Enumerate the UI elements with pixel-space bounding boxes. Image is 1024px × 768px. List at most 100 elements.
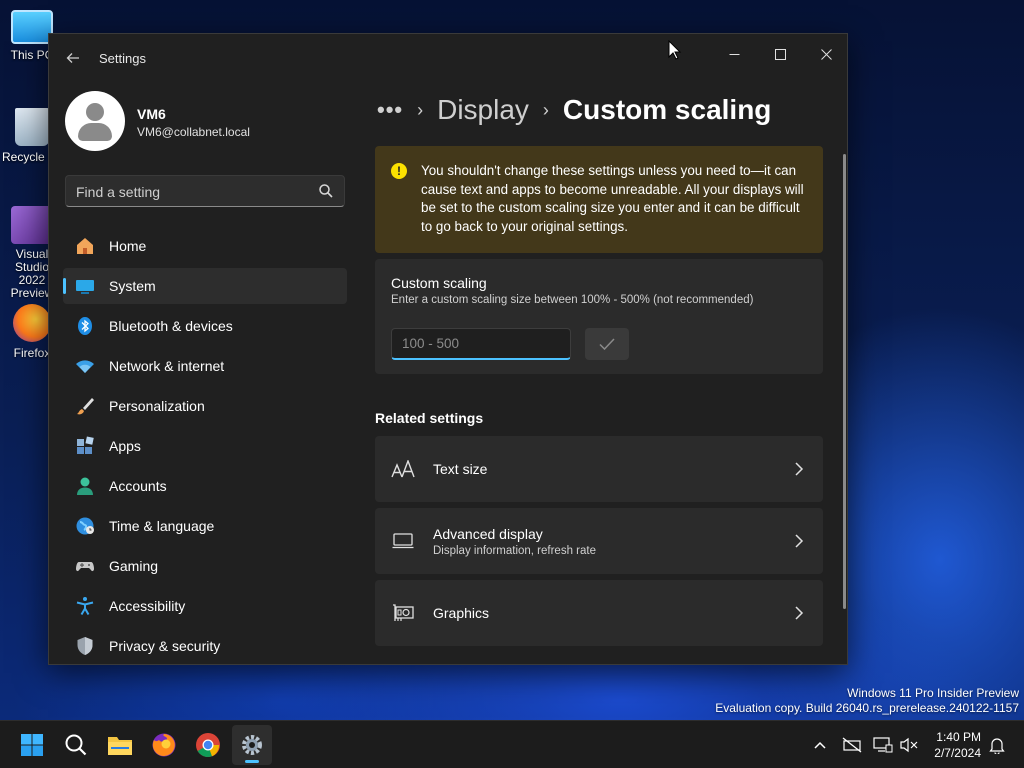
monitor-icon <box>391 529 415 553</box>
visual-studio-icon <box>11 206 53 244</box>
windows-logo-icon <box>21 734 43 756</box>
sidebar-item-gaming[interactable]: Gaming <box>63 548 347 584</box>
search-box[interactable] <box>65 175 345 207</box>
taskbar: 1:40 PM 2/7/2024 <box>0 720 1024 768</box>
warning-icon: ! <box>391 163 407 179</box>
sidebar-item-system[interactable]: System <box>63 268 347 304</box>
watermark-line-1: Windows 11 Pro Insider Preview <box>847 686 1019 700</box>
title-bar[interactable]: Settings <box>49 34 847 82</box>
taskbar-clock[interactable]: 1:40 PM 2/7/2024 <box>934 729 981 761</box>
recycle-bin-icon <box>15 108 49 146</box>
monitor-icon <box>11 10 53 44</box>
bell-icon <box>989 738 1005 754</box>
folder-icon <box>108 737 132 755</box>
sidebar-item-accessibility[interactable]: Accessibility <box>63 588 347 624</box>
sidebar-item-label: System <box>109 278 156 294</box>
sidebar-item-accounts[interactable]: Accounts <box>63 468 347 504</box>
related-item-text-size[interactable]: Text size <box>375 436 823 502</box>
gear-icon <box>242 735 262 755</box>
custom-scaling-input[interactable] <box>391 328 571 360</box>
sidebar-item-bluetooth[interactable]: Bluetooth & devices <box>63 308 347 344</box>
chevron-right-icon <box>795 462 804 476</box>
warning-banner: ! You shouldn't change these settings un… <box>375 146 823 253</box>
maximize-button[interactable] <box>757 40 803 70</box>
related-settings-heading: Related settings <box>375 410 484 426</box>
text-size-icon <box>391 457 415 481</box>
tray-volume-button[interactable] <box>899 735 919 755</box>
sidebar-item-apps[interactable]: Apps <box>63 428 347 464</box>
sidebar-item-label: Accounts <box>109 478 167 494</box>
gamepad-icon <box>75 556 95 576</box>
checkmark-icon <box>599 338 615 350</box>
minimize-icon <box>729 54 739 55</box>
sidebar-item-network[interactable]: Network & internet <box>63 348 347 384</box>
monitor-icon <box>873 737 893 753</box>
avatar-head <box>86 103 104 121</box>
sidebar-item-label: Accessibility <box>109 598 186 614</box>
accounts-icon <box>75 476 95 496</box>
search-icon <box>65 734 87 756</box>
sidebar-item-label: Gaming <box>109 558 159 574</box>
related-item-title: Graphics <box>433 605 490 621</box>
page-title: Custom scaling <box>562 94 772 125</box>
warning-text: You shouldn't change these settings unle… <box>421 163 804 234</box>
breadcrumb: ••• › Display › Custom scaling <box>377 90 771 130</box>
start-button[interactable] <box>12 725 52 765</box>
graphics-card-icon <box>391 601 415 625</box>
sidebar-item-label: Personalization <box>109 398 205 414</box>
search-icon[interactable] <box>318 183 334 199</box>
tray-display-button[interactable] <box>873 735 893 755</box>
breadcrumb-more-button[interactable]: ••• <box>377 97 403 123</box>
related-item-title: Text size <box>433 461 488 477</box>
taskbar-search-button[interactable] <box>56 725 96 765</box>
sidebar-item-label: Network & internet <box>109 358 225 374</box>
sidebar-item-label: Bluetooth & devices <box>109 318 233 334</box>
taskbar-firefox[interactable] <box>144 725 184 765</box>
accessibility-icon <box>75 596 95 616</box>
related-item-advanced-display[interactable]: Advanced display Display information, re… <box>375 508 823 574</box>
taskbar-settings[interactable] <box>232 725 272 765</box>
sidebar-item-home[interactable]: Home <box>63 228 347 264</box>
sidebar-item-privacy-security[interactable]: Privacy & security <box>63 628 347 664</box>
related-item-subtitle: Display information, refresh rate <box>433 545 596 557</box>
custom-scaling-title: Custom scaling <box>391 275 487 291</box>
search-input[interactable] <box>76 182 306 202</box>
close-icon <box>820 49 832 60</box>
sidebar-item-time-language[interactable]: Time & language <box>63 508 347 544</box>
taskbar-chrome[interactable] <box>188 725 228 765</box>
firefox-icon <box>13 304 51 342</box>
close-button[interactable] <box>803 40 847 70</box>
tray-show-hidden-button[interactable] <box>810 735 830 755</box>
back-button[interactable] <box>63 48 83 68</box>
taskbar-file-explorer[interactable] <box>100 725 140 765</box>
chrome-icon <box>196 733 220 757</box>
scrollbar[interactable] <box>843 154 846 609</box>
avatar[interactable] <box>65 91 125 151</box>
profile-name: VM6 <box>137 106 166 122</box>
profile-email: VM6@collabnet.local <box>137 125 250 139</box>
volume-muted-icon <box>900 737 918 753</box>
sidebar-item-label: Home <box>109 238 147 254</box>
apply-scaling-button[interactable] <box>585 328 629 360</box>
system-icon <box>75 276 95 296</box>
wifi-icon <box>75 356 95 376</box>
arrow-left-icon <box>66 53 79 63</box>
tray-network-button[interactable] <box>842 735 862 755</box>
related-item-title: Advanced display <box>433 526 543 542</box>
shield-icon <box>75 636 95 656</box>
sidebar-item-personalization[interactable]: Personalization <box>63 388 347 424</box>
sidebar-item-label: Time & language <box>109 518 215 534</box>
maximize-icon <box>774 49 786 60</box>
minimize-button[interactable] <box>711 40 757 70</box>
bluetooth-icon <box>75 316 95 336</box>
sidebar-item-label: Apps <box>109 438 141 454</box>
chevron-right-icon <box>795 606 804 620</box>
brush-icon <box>75 396 95 416</box>
settings-window: Settings VM6 VM6@collabnet.local Home <box>48 33 848 665</box>
home-icon <box>75 236 95 256</box>
related-item-graphics[interactable]: Graphics <box>375 580 823 646</box>
globe-icon <box>75 516 95 536</box>
clock-date: 2/7/2024 <box>934 746 981 760</box>
tray-notifications-button[interactable] <box>987 735 1007 755</box>
breadcrumb-display-link[interactable]: Display <box>437 94 529 126</box>
